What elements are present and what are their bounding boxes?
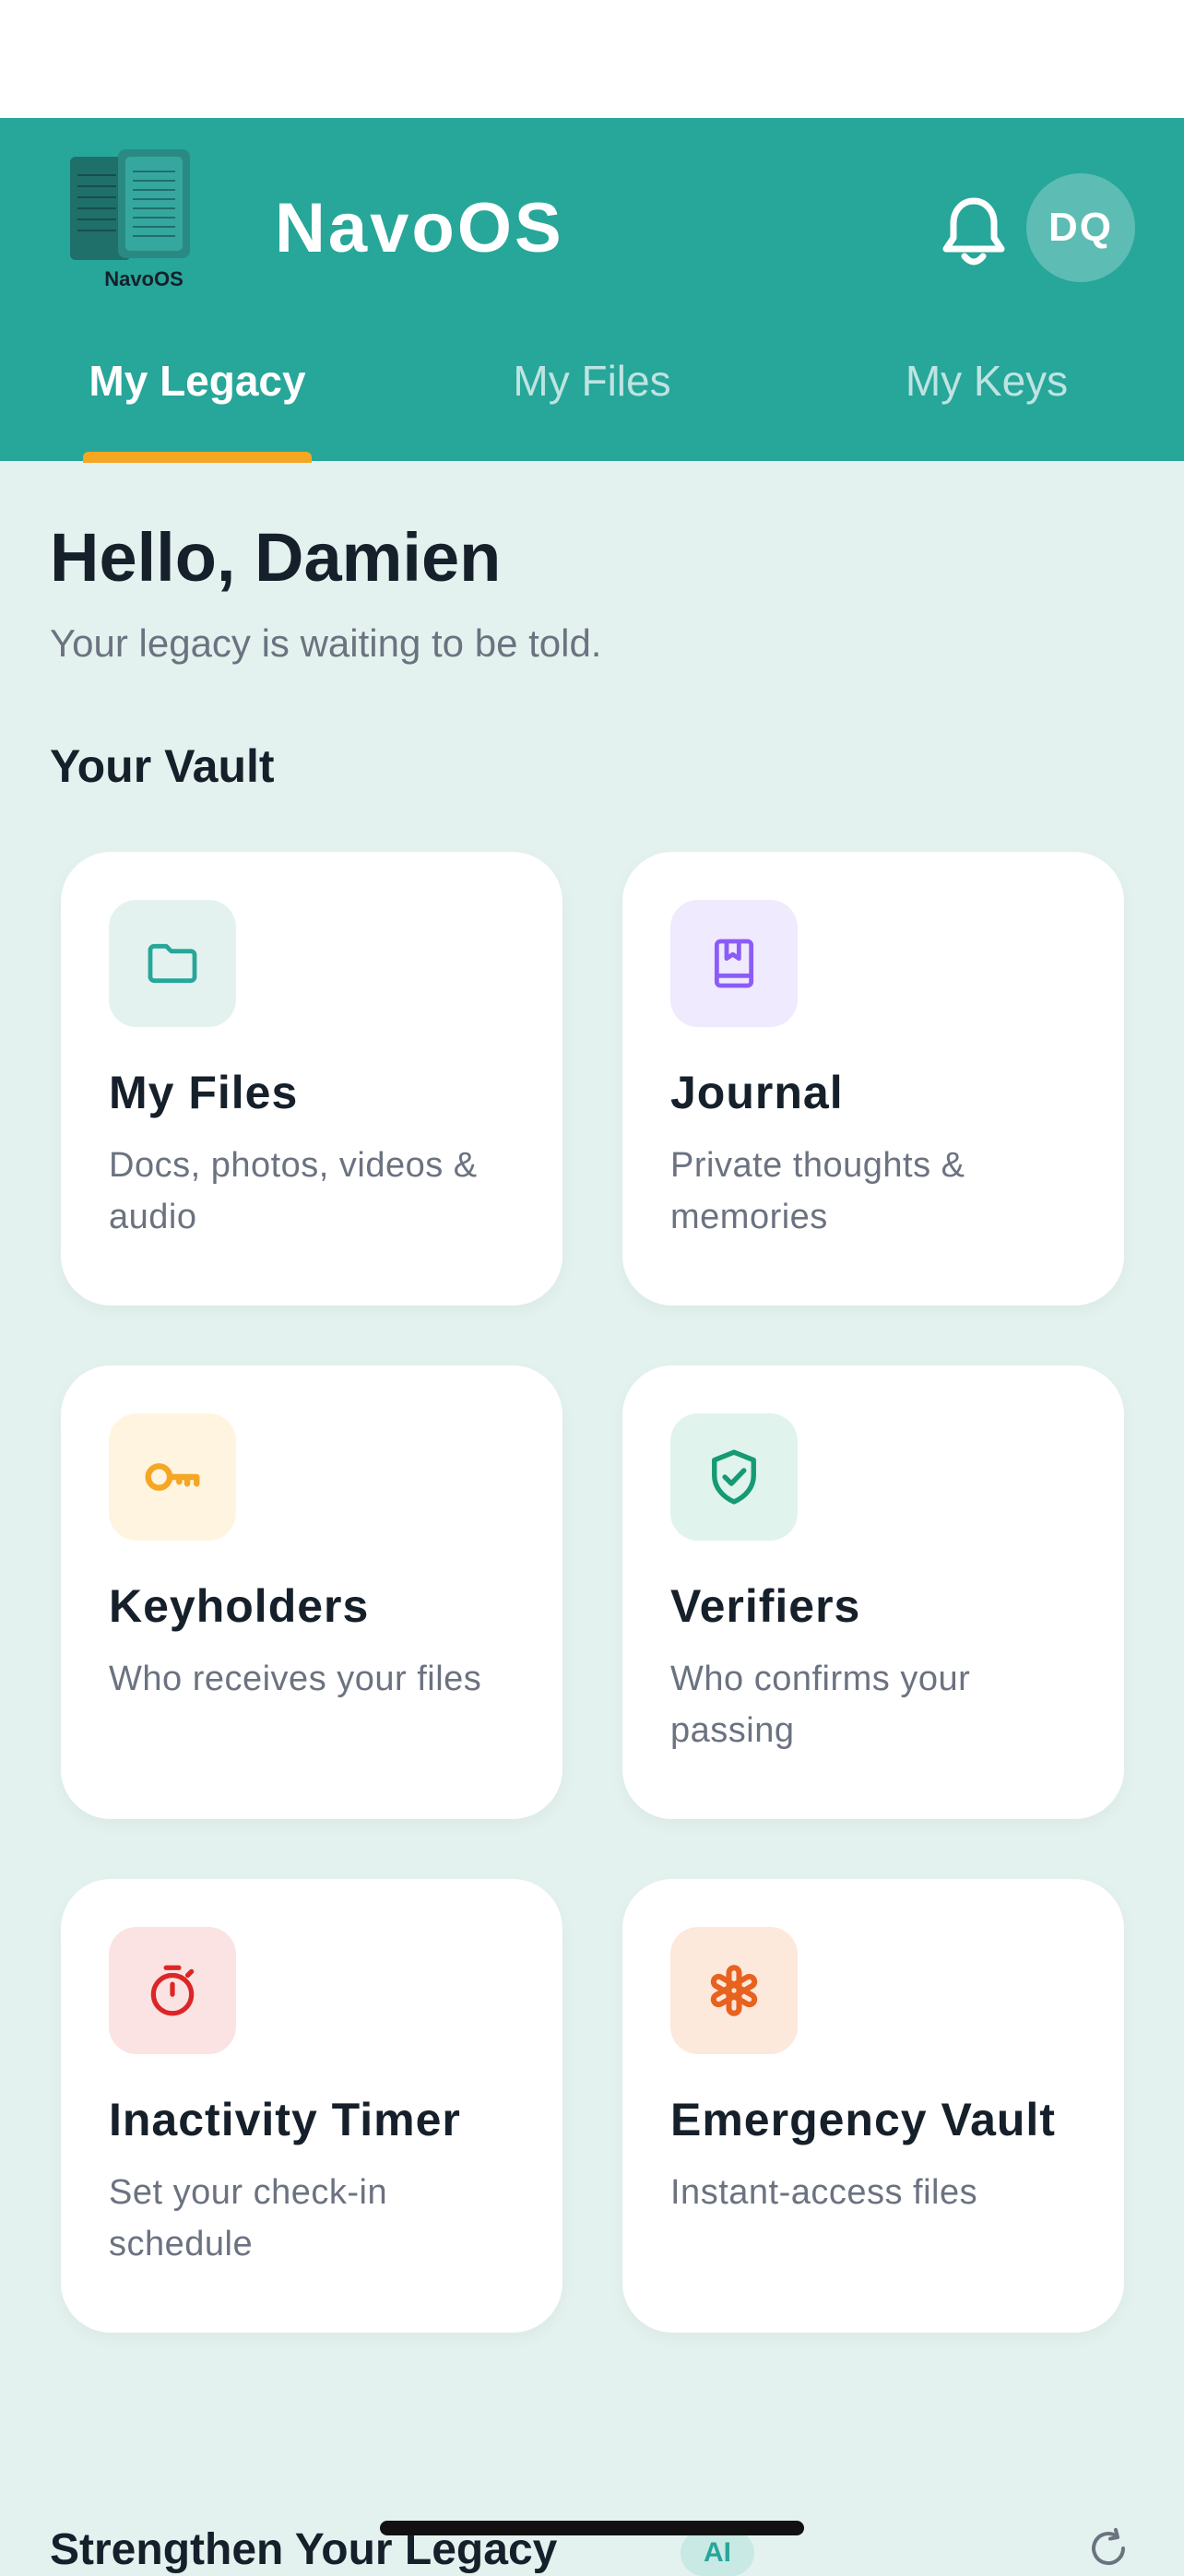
timer-icon-box xyxy=(109,1927,236,2054)
vault-card-emergency-vault[interactable]: Emergency Vault Instant-access files xyxy=(622,1879,1124,2333)
card-description: Who confirms your passing xyxy=(670,1660,971,1750)
vault-card-keyholders[interactable]: Keyholders Who receives your files xyxy=(61,1365,562,1819)
card-title: Journal xyxy=(670,1067,844,1118)
greeting-subtitle: Your legacy is waiting to be told. xyxy=(50,621,602,665)
card-title: Emergency Vault xyxy=(670,2094,1056,2145)
vault-card-my-files[interactable]: My Files Docs, photos, videos & audio xyxy=(61,852,562,1306)
card-title: Verifiers xyxy=(670,1580,861,1632)
avatar[interactable]: DQ xyxy=(1026,173,1135,282)
active-tab-indicator xyxy=(83,452,312,463)
app-logo: NavoOS xyxy=(70,149,190,290)
key-icon xyxy=(145,1463,200,1491)
timer-icon xyxy=(150,1965,195,2016)
folder-icon-box xyxy=(109,900,236,1027)
tab-my-keys[interactable]: My Keys xyxy=(876,356,1097,406)
card-title: My Files xyxy=(109,1067,299,1118)
card-description: Set your check-in schedule xyxy=(109,2173,388,2263)
shield-check-icon xyxy=(712,1449,756,1505)
vault-card-inactivity-timer[interactable]: Inactivity Timer Set your check-in sched… xyxy=(61,1879,562,2333)
bell-icon[interactable] xyxy=(941,195,1007,267)
refresh-icon[interactable] xyxy=(1086,2526,1131,2570)
ai-badge: AI xyxy=(681,2530,754,2576)
vault-section-title: Your Vault xyxy=(50,740,275,792)
card-description: Docs, photos, videos & audio xyxy=(109,1146,478,1236)
asterisk-icon-box xyxy=(670,1927,798,2054)
vault-card-verifiers[interactable]: Verifiers Who confirms your passing xyxy=(622,1365,1124,1819)
card-title: Inactivity Timer xyxy=(109,2094,461,2145)
card-description: Who receives your files xyxy=(109,1660,482,1698)
tab-my-legacy[interactable]: My Legacy xyxy=(83,356,312,406)
home-indicator xyxy=(380,2521,804,2535)
asterisk-icon xyxy=(710,1965,758,2016)
app-title: NavoOS xyxy=(275,189,564,267)
greeting-title: Hello, Damien xyxy=(50,519,502,596)
book-icon xyxy=(714,939,754,988)
logo-caption: NavoOS xyxy=(104,267,184,290)
shield-check-icon-box xyxy=(670,1413,798,1541)
vault-card-journal[interactable]: Journal Private thoughts & memories xyxy=(622,852,1124,1306)
tab-my-files[interactable]: My Files xyxy=(480,356,704,406)
card-description: Instant-access files xyxy=(670,2173,978,2212)
status-bar-area xyxy=(0,0,1184,118)
folder-icon xyxy=(148,943,197,984)
card-title: Keyholders xyxy=(109,1580,370,1632)
card-description: Private thoughts & memories xyxy=(670,1146,965,1236)
key-icon-box xyxy=(109,1413,236,1541)
book-icon-box xyxy=(670,900,798,1027)
app-header: NavoOS NavoOS DQ My Legacy My Files My K… xyxy=(0,118,1184,463)
